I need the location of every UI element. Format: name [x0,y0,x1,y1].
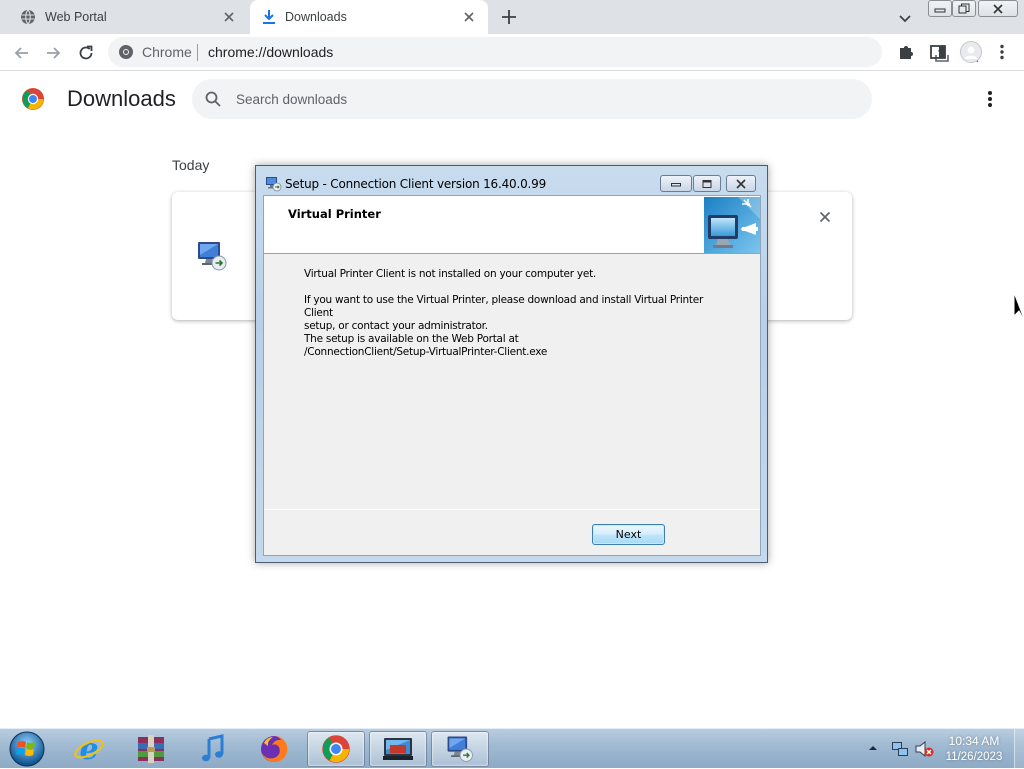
downloads-menu-kebab-icon[interactable] [982,89,998,109]
window-restore-button[interactable] [952,0,976,17]
mouse-cursor-icon [1012,292,1024,322]
dialog-close-button[interactable] [726,175,756,192]
dialog-header-banner: Virtual Printer [264,196,760,254]
dialog-message: Virtual Printer Client is not installed … [304,268,734,359]
start-button-windows-orb-icon[interactable] [5,730,49,768]
forward-arrow-icon[interactable] [43,43,63,63]
browser-menu-kebab-icon[interactable] [994,43,1010,61]
remove-download-close-icon[interactable] [818,210,832,224]
tab-label: Downloads [285,10,347,24]
taskbar-internet-explorer-icon[interactable]: e [60,731,118,767]
back-arrow-icon[interactable] [12,43,32,63]
setup-dialog: Setup - Connection Client version 16.40.… [255,165,768,563]
window-minimize-button[interactable] [928,0,952,17]
omnibox-divider [197,44,198,61]
date-heading: Today [172,157,210,173]
dialog-client-area: Virtual Printer Virtual Printer Client i… [263,195,761,556]
taskbar-winrar-icon[interactable] [122,731,180,767]
dialog-header-title: Virtual Printer [288,207,381,221]
message-line: setup, or contact your administrator. [304,320,488,332]
network-icon[interactable] [891,740,909,758]
chrome-site-icon[interactable] [118,44,134,60]
tab-label: Web Portal [45,10,107,24]
site-label: Chrome [142,44,192,60]
clock-date[interactable]: 11/26/2023 [940,751,1008,763]
new-tab-button[interactable] [500,8,518,26]
message-line: If you want to use the Virtual Printer, … [304,294,704,319]
svg-text:e: e [79,733,98,765]
page-title: Downloads [67,86,176,111]
message-line: The setup is available on the Web Portal… [304,333,519,345]
side-panel-icon[interactable] [929,43,947,61]
window-close-button[interactable] [978,0,1018,17]
message-line: /ConnectionClient/Setup-VirtualPrinter-C… [304,346,548,358]
taskbar-firefox-icon[interactable] [245,731,303,767]
globe-icon [20,9,36,25]
dialog-title: Setup - Connection Client version 16.40.… [285,177,547,191]
taskbar-chrome-icon[interactable] [307,731,365,767]
tab-search-chevron-icon[interactable] [897,10,913,26]
clock-time[interactable]: 10:34 AM [944,734,1004,748]
next-button[interactable]: Next [592,524,665,545]
profile-avatar-icon[interactable] [960,41,982,63]
search-icon [204,90,222,108]
taskbar-setup-icon[interactable] [431,731,489,767]
message-line: Virtual Printer Client is not installed … [304,268,597,280]
chrome-logo-icon [21,87,45,111]
volume-muted-icon[interactable] [914,740,934,758]
dialog-footer-divider [264,509,760,510]
download-icon [262,9,276,25]
virtual-printer-setup-image [704,197,760,253]
tab-strip: Web Portal Downloads [0,0,1024,34]
tab-downloads[interactable]: Downloads [250,0,488,34]
windows-taskbar: e 10:34 AM 11/26/2023 [0,728,1024,769]
search-downloads-box[interactable] [192,79,872,119]
close-tab-icon[interactable] [222,10,236,24]
extensions-puzzle-icon[interactable] [897,43,915,61]
setup-file-icon[interactable] [194,238,230,274]
url-text[interactable]: chrome://downloads [208,44,333,60]
taskbar-itunes-icon[interactable] [184,731,242,767]
dialog-minimize-button[interactable] [660,175,692,192]
setup-app-icon [265,175,282,192]
show-desktop-button[interactable] [1014,729,1024,769]
taskbar-remote-desktop-icon[interactable] [369,731,427,767]
reload-icon[interactable] [76,43,96,63]
browser-toolbar: Chrome chrome://downloads [0,34,1024,71]
close-tab-icon[interactable] [462,10,476,24]
dialog-maximize-button[interactable] [693,175,721,192]
search-input[interactable] [236,79,856,119]
tab-web-portal[interactable]: Web Portal [8,0,248,34]
show-hidden-icons-arrow-icon[interactable] [868,743,878,753]
address-bar[interactable]: Chrome chrome://downloads [108,37,981,67]
